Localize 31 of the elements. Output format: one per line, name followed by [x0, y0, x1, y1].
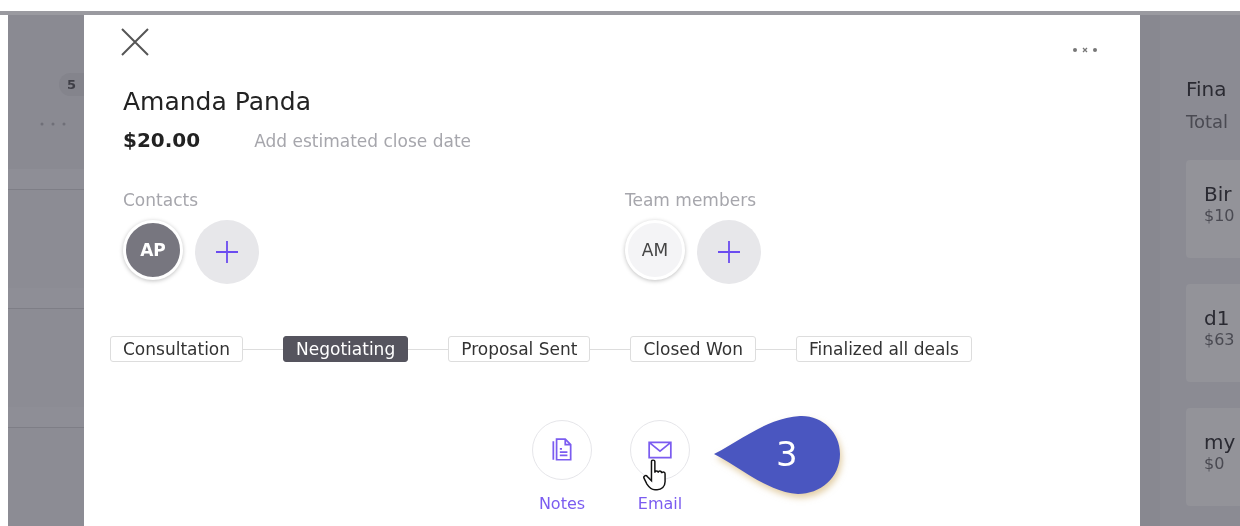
avatar[interactable]: AM — [625, 220, 685, 280]
more-icon[interactable] — [1072, 47, 1098, 53]
card-title: d1 — [1204, 306, 1231, 330]
document-icon — [549, 437, 575, 463]
deal-card[interactable]: Bir $10 — [1186, 160, 1240, 258]
card-title: Bir — [1204, 182, 1233, 206]
deal-card[interactable]: d1 $63 — [1186, 284, 1240, 382]
deal-amount: $20.00 — [123, 128, 201, 152]
close-icon[interactable] — [120, 27, 150, 57]
column-title: Fina — [1186, 77, 1228, 101]
stage-tab[interactable]: Proposal Sent — [448, 336, 591, 362]
deal-card[interactable]: my $0 — [1186, 408, 1240, 506]
stage-tab[interactable]: Finalized all deals — [795, 336, 972, 362]
deal-title: Amanda Panda — [123, 87, 313, 116]
stage-tab[interactable]: Negotiating — [283, 336, 409, 362]
card-title: my — [1204, 430, 1237, 454]
count-badge: 5 — [58, 73, 84, 96]
plus-icon — [717, 240, 741, 264]
card-amount: $63 — [1204, 330, 1236, 349]
action-label: Notes — [538, 494, 586, 513]
step-number: 3 — [776, 434, 798, 474]
plus-icon — [215, 240, 239, 264]
column-total: Total — [1186, 111, 1230, 132]
stage-tab[interactable]: Consultation — [110, 336, 244, 362]
card-amount: $10 — [1204, 206, 1236, 225]
section-label: Contacts — [123, 190, 199, 210]
action-label: Email — [637, 494, 683, 513]
avatar[interactable]: AP — [123, 220, 183, 280]
section-label: Team members — [625, 190, 757, 210]
card-amount: $0 — [1204, 454, 1226, 473]
stage-tab[interactable]: Closed Won — [630, 336, 756, 362]
